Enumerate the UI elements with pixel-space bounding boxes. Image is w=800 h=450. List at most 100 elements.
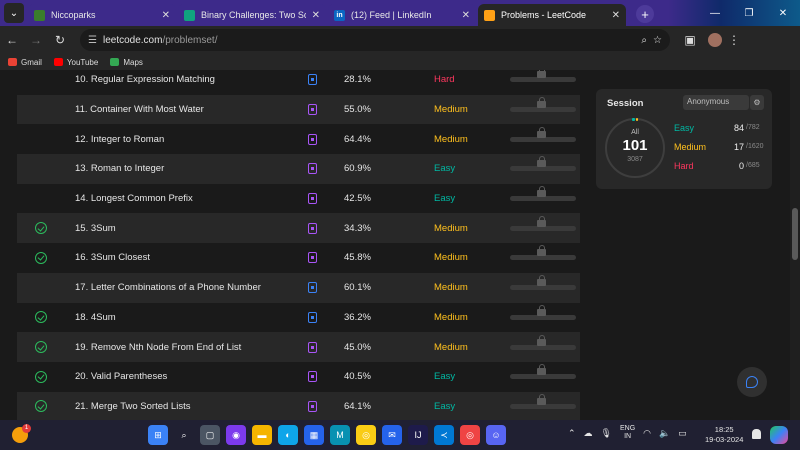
bookmark-youtube[interactable]: YouTube [53,58,98,67]
problem-title-link[interactable]: 13. Roman to Integer [65,163,280,174]
tab-0[interactable]: Niccoparks ✕ [28,4,176,26]
lock-icon[interactable] [537,156,546,168]
back-button[interactable]: ← [0,33,24,47]
store-icon[interactable]: ▦ [304,425,324,445]
lock-icon[interactable] [537,334,546,346]
chrome-icon[interactable]: ◎ [460,425,480,445]
problem-title-link[interactable]: 14. Longest Common Prefix [65,193,280,204]
address-bar[interactable]: ☰ leetcode.com/problemset/ ⌕ ☆ [80,29,670,51]
table-row[interactable]: 13. Roman to Integer 60.9% Easy [17,154,580,184]
lock-icon[interactable] [537,275,546,287]
table-row[interactable]: 20. Valid Parentheses 40.5% Easy [17,362,580,392]
table-row[interactable]: 10. Regular Expression Matching 28.1% Hard [17,70,580,95]
solution-file-icon[interactable] [307,311,317,323]
bookmark-gmail[interactable]: Gmail [8,58,42,67]
solution-file-icon[interactable] [307,222,317,234]
session-select[interactable]: Anonymous [683,95,749,110]
microphone-icon[interactable]: 🎙 [601,428,612,439]
bookmark-maps[interactable]: Maps [110,58,143,67]
restore-icon[interactable]: ❐ [732,8,766,19]
wifi-icon[interactable]: ◠ [643,428,651,439]
table-row[interactable]: 18. 4Sum 36.2% Medium [17,303,580,333]
solution-file-icon[interactable] [307,282,317,294]
table-row[interactable]: 15. 3Sum 34.3% Medium [17,213,580,244]
problem-title-link[interactable]: 10. Regular Expression Matching [65,74,280,85]
maya-icon[interactable]: M [330,425,350,445]
bell-icon[interactable] [752,429,761,439]
meet-icon[interactable]: ◉ [226,425,246,445]
table-row[interactable]: 11. Container With Most Water 55.0% Medium [17,94,580,125]
problem-title-link[interactable]: 17. Letter Combinations of a Phone Numbe… [65,282,280,293]
new-tab-button[interactable]: + [636,5,654,23]
search-icon[interactable]: ⌕ [174,425,194,445]
solution-file-icon[interactable] [307,341,317,353]
solution-file-icon[interactable] [307,193,317,205]
solution-file-icon[interactable] [307,400,317,412]
problem-title-link[interactable]: 12. Integer to Roman [65,134,280,145]
chevron-up-icon[interactable]: ⌃ [568,428,576,439]
feedback-button[interactable] [737,367,767,397]
solution-file-icon[interactable] [307,252,317,264]
bookmark-star-icon[interactable]: ☆ [653,35,662,46]
scrollbar-thumb[interactable] [792,208,798,260]
discord-icon[interactable]: ☺ [486,425,506,445]
solution-file-icon[interactable] [307,133,317,145]
edge-icon[interactable]: ◐ [278,425,298,445]
solution-file-icon[interactable] [307,74,317,86]
table-row[interactable]: 21. Merge Two Sorted Lists 64.1% Easy [17,391,580,420]
lock-icon[interactable] [537,186,546,198]
explorer-icon[interactable]: ▬ [252,425,272,445]
reload-button[interactable]: ↻ [48,33,72,47]
intellij-icon[interactable]: IJ [408,425,428,445]
close-icon[interactable]: ✕ [766,8,800,19]
vscode-icon[interactable]: ≺ [434,425,454,445]
lock-icon[interactable] [537,70,546,79]
zoom-icon[interactable]: ⌕ [641,35,647,46]
chrome-dev-icon[interactable]: ◎ [356,425,376,445]
page-scrollbar[interactable] [790,70,800,420]
problem-title-link[interactable]: 20. Valid Parentheses [65,371,280,382]
lock-icon[interactable] [537,126,546,138]
solution-file-icon[interactable] [307,104,317,116]
lock-icon[interactable] [537,97,546,109]
tab-2[interactable]: in (12) Feed | LinkedIn ✕ [328,4,476,26]
tab-search-button[interactable]: ⌄ [4,3,24,23]
lock-icon[interactable] [537,393,546,405]
lock-icon[interactable] [537,245,546,257]
volume-icon[interactable]: 🔈 [659,428,670,439]
clock[interactable]: 18:25 19-03-2024 [705,425,743,445]
profile-avatar[interactable] [708,33,722,47]
start-icon[interactable]: ⊞ [148,425,168,445]
table-row[interactable]: 19. Remove Nth Node From End of List 45.0… [17,332,580,362]
copilot-icon[interactable] [770,426,788,444]
minimize-icon[interactable]: — [698,8,732,19]
site-info-icon[interactable]: ☰ [88,35,97,46]
tab-close-icon[interactable]: ✕ [312,10,320,21]
mail-icon[interactable]: ✉ [382,425,402,445]
language-indicator[interactable]: ENG IN [620,425,635,441]
lock-icon[interactable] [537,364,546,376]
lock-icon[interactable] [537,215,546,227]
problem-title-link[interactable]: 11. Container With Most Water [65,104,280,115]
side-panel-icon[interactable]: ▣ [678,33,702,47]
tab-close-icon[interactable]: ✕ [462,10,470,21]
solution-file-icon[interactable] [307,163,317,175]
tab-close-icon[interactable]: ✕ [162,10,170,21]
problem-title-link[interactable]: 18. 4Sum [65,312,280,323]
tab-3[interactable]: Problems - LeetCode ✕ [478,4,626,26]
problem-title-link[interactable]: 15. 3Sum [65,223,280,234]
lock-icon[interactable] [537,304,546,316]
solution-file-icon[interactable] [307,371,317,383]
table-row[interactable]: 14. Longest Common Prefix 42.5% Easy [17,184,580,214]
gear-icon[interactable]: ⚙ [750,95,764,110]
tab-close-icon[interactable]: ✕ [612,10,620,21]
task-view-icon[interactable]: ▢ [200,425,220,445]
forward-button[interactable]: → [24,33,48,47]
problem-title-link[interactable]: 21. Merge Two Sorted Lists [65,401,280,412]
battery-icon[interactable]: ▭ [678,428,687,439]
problem-title-link[interactable]: 16. 3Sum Closest [65,252,280,263]
table-row[interactable]: 16. 3Sum Closest 45.8% Medium [17,243,580,273]
table-row[interactable]: 17. Letter Combinations of a Phone Numbe… [17,272,580,303]
table-row[interactable]: 12. Integer to Roman 64.4% Medium [17,124,580,154]
cloud-icon[interactable]: ☁ [584,428,593,439]
